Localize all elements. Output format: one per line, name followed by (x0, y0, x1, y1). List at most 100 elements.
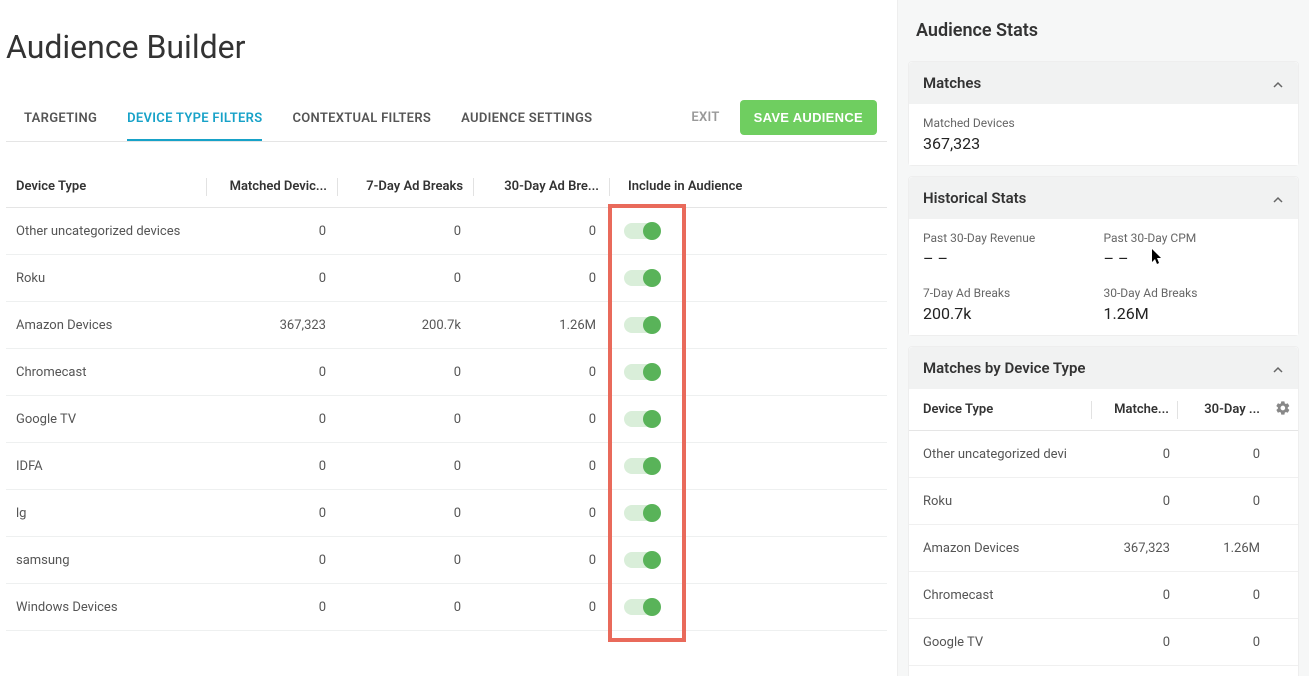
gear-icon[interactable] (1275, 405, 1291, 420)
table-row: samsung 0 0 0 (6, 537, 887, 584)
list-item: IDFA 0 0 (909, 666, 1298, 676)
cell-7day: 0 (336, 553, 471, 568)
cell-device-type: Amazon Devices (909, 541, 1093, 556)
include-toggle[interactable] (624, 552, 660, 568)
sidebar-title: Audience Stats (908, 10, 1299, 61)
cell-matched: 0 (206, 600, 336, 615)
cell-matched: 0 (206, 412, 336, 427)
cell-matched: 0 (206, 365, 336, 380)
tab-targeting[interactable]: TARGETING (24, 101, 97, 140)
cell-30day: 0 (471, 224, 606, 239)
by-device-col-30day[interactable]: 30-Day ... (1178, 402, 1268, 417)
col-include-in-audience[interactable]: Include in Audience (610, 179, 810, 194)
device-grid: Device Type Matched Devic... 7-Day Ad Br… (6, 166, 887, 631)
past-30-revenue-label: Past 30-Day Revenue (923, 231, 1104, 245)
table-row: Amazon Devices 367,323 200.7k 1.26M (6, 302, 887, 349)
table-row: Roku 0 0 0 (6, 255, 887, 302)
actions: EXIT SAVE AUDIENCE (691, 100, 877, 135)
list-item: Chromecast 0 0 (909, 572, 1298, 619)
seven-day-ad-breaks-label: 7-Day Ad Breaks (923, 286, 1104, 300)
col-30-day-ad-breaks[interactable]: 30-Day Ad Bre... (474, 179, 609, 194)
include-toggle[interactable] (624, 411, 660, 427)
include-toggle[interactable] (624, 599, 660, 615)
panel-matches-header[interactable]: Matches (909, 62, 1298, 104)
matched-devices-label: Matched Devices (923, 116, 1284, 130)
cell-7day: 0 (336, 412, 471, 427)
cell-7day: 0 (336, 459, 471, 474)
panel-by-device-header[interactable]: Matches by Device Type (909, 347, 1298, 389)
cursor-icon (1152, 249, 1164, 269)
include-toggle[interactable] (624, 505, 660, 521)
table-row: IDFA 0 0 0 (6, 443, 887, 490)
table-row: lg 0 0 0 (6, 490, 887, 537)
table-row: Google TV 0 0 0 (6, 396, 887, 443)
cell-matched: 0 (206, 271, 336, 286)
cell-30day: 0 (471, 271, 606, 286)
cell-device-type: Other uncategorized devi (909, 447, 1093, 462)
chevron-up-icon (1272, 362, 1284, 374)
cell-device-type: Amazon Devices (6, 318, 206, 333)
page-title: Audience Builder (6, 28, 887, 66)
include-toggle[interactable] (624, 223, 660, 239)
panel-by-device-title: Matches by Device Type (923, 359, 1085, 377)
cell-device-type: Roku (909, 494, 1093, 509)
by-device-grid-header: Device Type Matche... 30-Day ... (909, 389, 1298, 431)
table-row: Chromecast 0 0 0 (6, 349, 887, 396)
exit-button[interactable]: EXIT (691, 110, 719, 125)
cell-30day: 0 (471, 553, 606, 568)
cell-matched: 0 (1093, 447, 1178, 462)
chevron-up-icon (1272, 192, 1284, 204)
cell-matched: 367,323 (1093, 541, 1178, 556)
include-toggle[interactable] (624, 458, 660, 474)
tab-device-type-filters[interactable]: DEVICE TYPE FILTERS (127, 101, 262, 140)
cell-device-type: lg (6, 506, 206, 521)
tab-bar: TARGETING DEVICE TYPE FILTERS CONTEXTUAL… (6, 101, 592, 140)
panel-matches-title: Matches (923, 74, 981, 92)
cell-7day: 0 (336, 271, 471, 286)
main-content: Audience Builder TARGETING DEVICE TYPE F… (0, 0, 897, 676)
past-30-revenue-value: – – (923, 249, 1104, 268)
device-grid-header: Device Type Matched Devic... 7-Day Ad Br… (6, 166, 887, 208)
cell-30day: 1.26M (1178, 541, 1268, 556)
cell-7day: 0 (336, 506, 471, 521)
cell-device-type: IDFA (6, 459, 206, 474)
tab-contextual-filters[interactable]: CONTEXTUAL FILTERS (292, 101, 431, 140)
list-item: Amazon Devices 367,323 1.26M (909, 525, 1298, 572)
table-row: Windows Devices 0 0 0 (6, 584, 887, 631)
cell-matched: 0 (206, 506, 336, 521)
past-30-cpm-value: – – (1104, 249, 1285, 268)
panel-historical-header[interactable]: Historical Stats (909, 177, 1298, 219)
list-item: Roku 0 0 (909, 478, 1298, 525)
cell-device-type: Chromecast (6, 365, 206, 380)
cell-device-type: samsung (6, 553, 206, 568)
list-item: Other uncategorized devi 0 0 (909, 431, 1298, 478)
col-matched-devices[interactable]: Matched Devic... (207, 179, 337, 194)
cell-device-type: Roku (6, 271, 206, 286)
audience-stats-sidebar: Audience Stats Matches Matched Devices 3… (897, 0, 1309, 676)
list-item: Google TV 0 0 (909, 619, 1298, 666)
save-audience-button[interactable]: SAVE AUDIENCE (740, 100, 877, 135)
chevron-up-icon (1272, 77, 1284, 89)
cell-30day: 0 (1178, 588, 1268, 603)
col-device-type[interactable]: Device Type (6, 179, 206, 194)
cell-matched: 0 (206, 459, 336, 474)
cell-30day: 0 (1178, 494, 1268, 509)
col-7-day-ad-breaks[interactable]: 7-Day Ad Breaks (338, 179, 473, 194)
cell-device-type: Chromecast (909, 588, 1093, 603)
tab-audience-settings[interactable]: AUDIENCE SETTINGS (461, 101, 592, 140)
cell-30day: 0 (471, 412, 606, 427)
cell-7day: 0 (336, 224, 471, 239)
by-device-col-type[interactable]: Device Type (909, 402, 1091, 417)
by-device-col-matched[interactable]: Matche... (1092, 402, 1177, 417)
include-toggle[interactable] (624, 270, 660, 286)
cell-30day: 0 (471, 459, 606, 474)
table-row: Other uncategorized devices 0 0 0 (6, 208, 887, 255)
matched-devices-value: 367,323 (923, 134, 1284, 153)
cell-device-type: Windows Devices (6, 600, 206, 615)
cell-7day: 0 (336, 600, 471, 615)
cell-30day: 0 (1178, 635, 1268, 650)
cell-matched: 0 (1093, 635, 1178, 650)
include-toggle[interactable] (624, 364, 660, 380)
tab-bar-row: TARGETING DEVICE TYPE FILTERS CONTEXTUAL… (6, 100, 887, 142)
include-toggle[interactable] (624, 317, 660, 333)
